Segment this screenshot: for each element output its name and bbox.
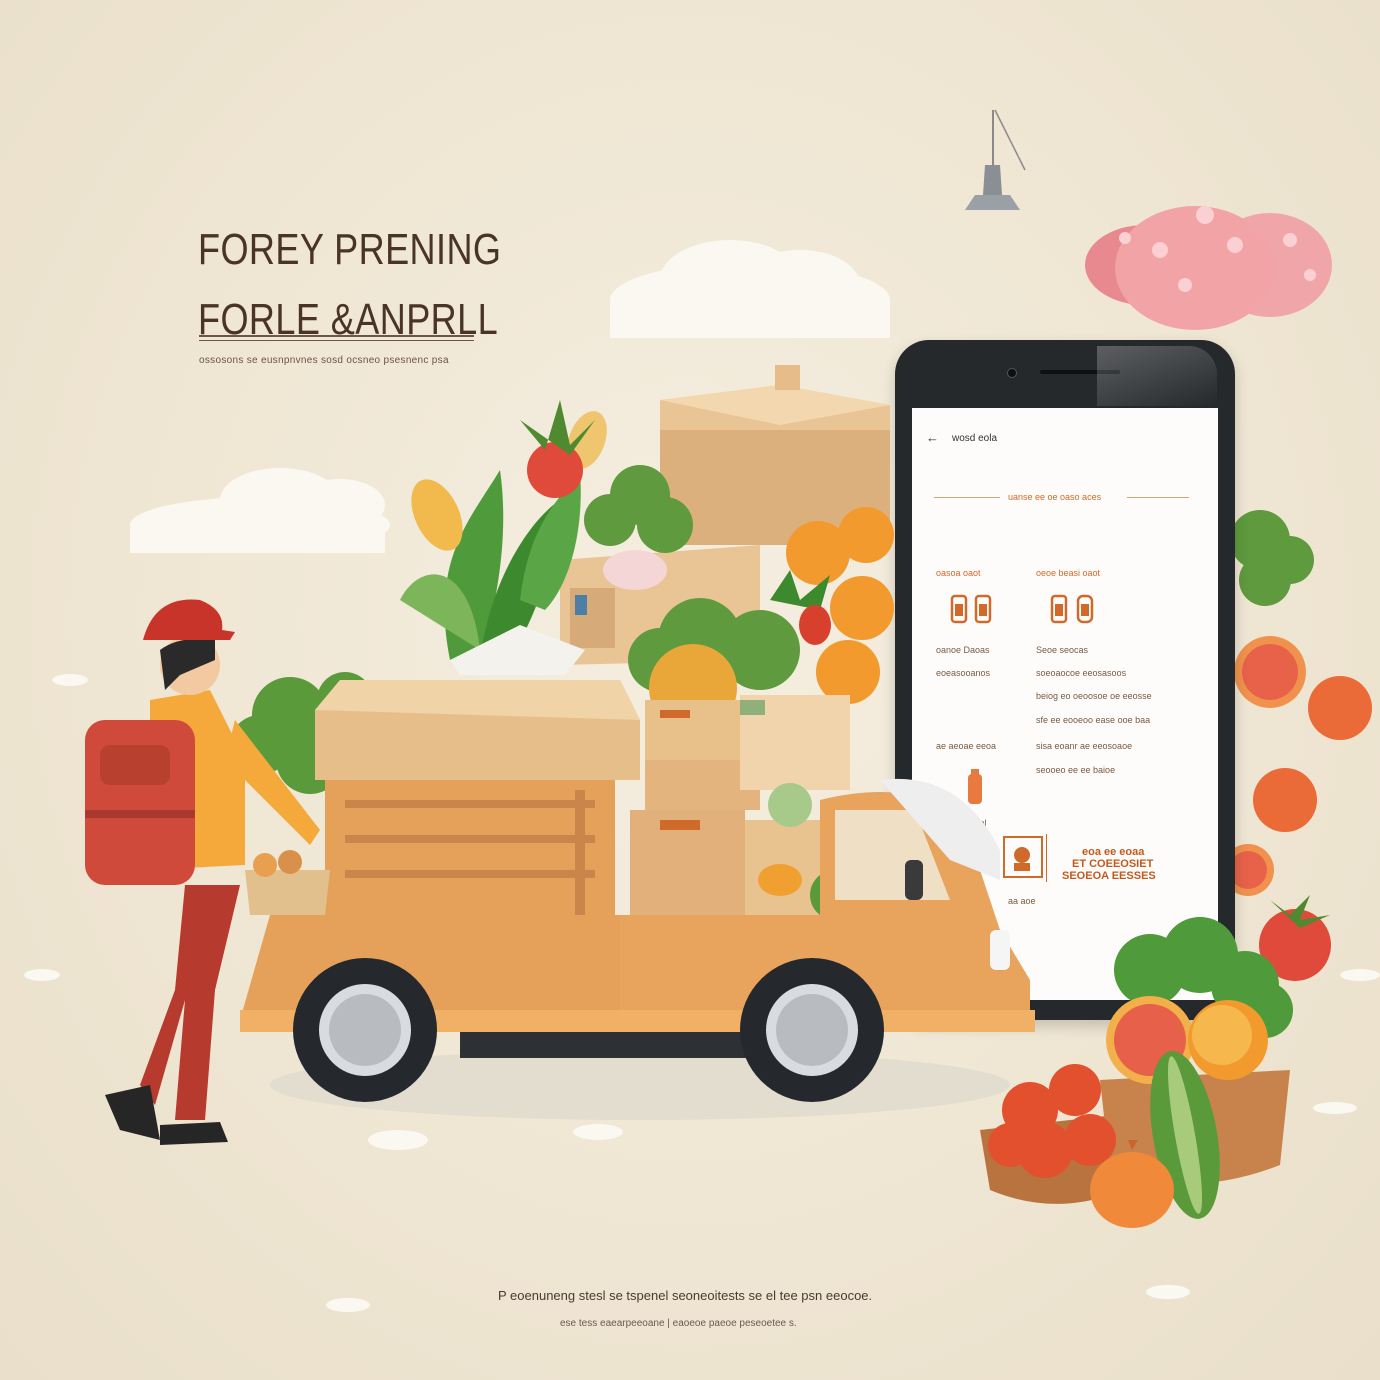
orange-icon — [1188, 1000, 1268, 1080]
illustration-canvas: FOREY PRENING FORLE &ANPRLL ossosons se … — [0, 0, 1380, 1380]
caption-line-2: ese tess eaearpeeoane | eaoeoe paeoe pes… — [560, 1318, 797, 1329]
wheel-icon — [740, 958, 884, 1102]
caption-line-1: P eoenuneng stesl se tspenel seoneoitest… — [498, 1288, 873, 1303]
tomato-icon — [988, 1064, 1116, 1178]
wheel-icon — [293, 958, 437, 1102]
corn-icon — [411, 411, 607, 551]
foreground-art — [85, 365, 1293, 1228]
basket — [245, 850, 330, 915]
backpack-icon — [85, 720, 195, 885]
